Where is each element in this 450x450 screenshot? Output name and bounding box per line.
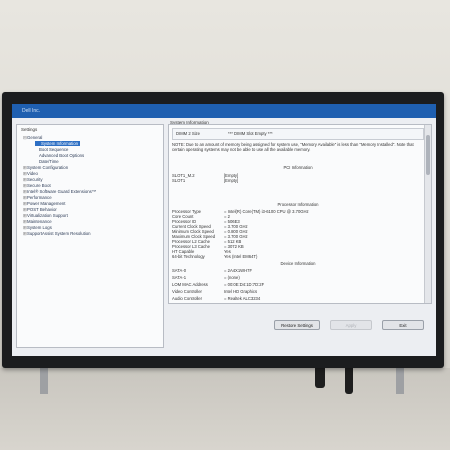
device-row: Audio Controller = Realtek ALC3234 [172,296,260,301]
memory-slot-row: DIMM 2 Size *** DIMM Slot Empty *** [172,128,424,140]
tree-item-label: System Information [41,141,79,146]
scrollbar-thumb[interactable] [426,135,430,175]
tree-item[interactable]: Boot Sequence [35,147,68,152]
tree-item[interactable]: ⊞System Logs [23,225,52,230]
device-row: SATA-0 = 2A4X1WH7F [172,268,252,273]
processor-row-value: = Intel(R) Core(TM) i3-6100 CPU @ 3.70GH… [224,209,309,214]
device-row-value: = (none) [224,275,240,280]
device-row-value: = 2A4X1WH7F [224,268,253,273]
settings-tree-title: Settings [21,127,38,132]
settings-tree-panel: Settings ⊟General System Information Boot … [16,124,164,348]
tree-item-label: Secure Boot [27,183,51,188]
tree-item[interactable]: ⊞Security [23,177,43,182]
tree-item-label: System Configuration [27,165,69,170]
tree-item[interactable]: Advanced Boot Options [35,153,84,158]
tree-item-label: Advanced Boot Options [39,153,85,158]
device-row: SATA-1 = (none) [172,275,240,280]
processor-row-label: 64-bit Technology [172,254,205,259]
tree-item-label: Virtualization Support [27,213,68,218]
tree-item-label: Date/Time [39,159,59,164]
tree-item[interactable]: ⊟General [23,135,42,140]
tree-item[interactable]: ⊞POST Behavior [23,207,57,212]
device-row-value: = 00:0E:D4:1D:7D:2F [224,282,265,287]
tree-item-label: Intel® Software Guard Extensions™ [27,189,97,194]
system-info-panel: DIMM 2 Size *** DIMM Slot Empty *** NOTE:… [168,124,432,304]
device-row-label: SATA-0 [172,268,187,273]
device-row: LOM MAC Address = 00:0E:D4:1D:7D:2F [172,282,264,287]
desk-surface [0,368,450,450]
info-scrollbar[interactable] [424,125,431,303]
tree-item[interactable]: ⊞Power Management [23,201,65,206]
device-row-label: Video Controller [172,289,202,294]
device-row: Video Controller Intel HD Graphics [172,289,257,294]
tree-item-label: SupportAssist System Resolution [27,231,91,236]
tree-item[interactable]: ⊞Secure Boot [23,183,51,188]
restore-settings-button[interactable]: Restore Settings [274,320,320,330]
tree-item[interactable]: ⊞Performance [23,195,52,200]
pci-row-value: [Empty] [224,178,239,183]
monitor-stand-left [40,368,48,394]
tree-item-label: General [27,135,43,140]
device-row-label: SATA-1 [172,275,187,280]
device-row-value: = Realtek ALC3234 [224,296,261,301]
tree-item[interactable]: ⊞System Configuration [23,165,68,170]
memory-note: NOTE: Due to an amount of memory being a… [172,142,414,152]
exit-button[interactable]: Exit [382,320,424,330]
tree-item[interactable]: ⊞SupportAssist System Resolution [23,231,91,236]
pci-row: SLOT1 [Empty] [172,178,238,183]
tree-item-label: Performance [27,195,52,200]
apply-button[interactable]: Apply [330,320,372,330]
tree-item-label: Security [27,177,43,182]
tree-item[interactable]: ⊞Intel® Software Guard Extensions™ [23,189,96,194]
pci-heading: PCI Information [283,165,313,170]
pci-row-label: SLOT1 [172,178,186,183]
window-titlebar: Dell Inc. [12,104,436,118]
device-row-value: Intel HD Graphics [224,289,258,294]
device-row-label: Audio Controller [172,296,203,301]
tree-item-label: Power Management [27,201,66,206]
device-heading: Device Information [280,261,316,266]
tree-item[interactable]: System Information [35,141,81,146]
tree-item[interactable]: ⊞Video [23,171,38,176]
tree-item[interactable]: Date/Time [35,159,59,164]
processor-row-value: Yes (Intel EM64T) [224,254,258,259]
device-row-label: LOM MAC Address [172,282,208,287]
processor-row: 64-bit Technology Yes (Intel EM64T) [172,254,257,259]
tree-item[interactable]: ⊞Maintenance [23,219,52,224]
processor-heading: Processor Information [277,202,319,207]
tree-item-label: POST Behavior [27,207,57,212]
tree-item-label: Boot Sequence [39,147,69,152]
bios-screen: Dell Inc. Settings ⊟General System Inform… [12,104,436,356]
tree-item-label: System Logs [27,225,52,230]
monitor-stand-right [396,368,404,394]
tree-item-label: Maintenance [27,219,52,224]
tree-item-label: Video [27,171,38,176]
memory-slot-label: DIMM 2 Size [176,131,200,136]
memory-slot-value: *** DIMM Slot Empty *** [228,131,273,136]
tree-item[interactable]: ⊞Virtualization Support [23,213,68,218]
